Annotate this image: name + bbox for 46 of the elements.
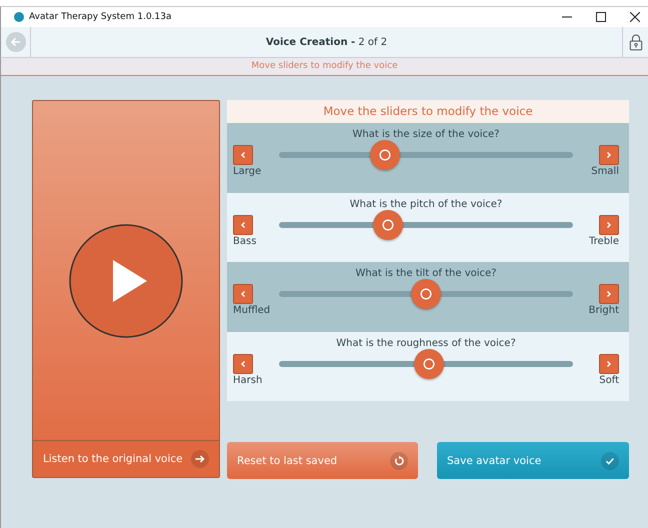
decrease-button[interactable] (233, 214, 253, 234)
chevron-left-icon (239, 360, 247, 368)
check-icon (601, 452, 619, 470)
increase-button[interactable] (599, 145, 619, 165)
increase-button[interactable] (599, 354, 619, 374)
slider-question: What is the tilt of the voice? (354, 268, 498, 279)
decrease-button[interactable] (233, 145, 253, 165)
close-icon[interactable] (630, 12, 640, 22)
lock-icon[interactable] (628, 33, 642, 51)
chevron-right-icon (605, 360, 613, 368)
increase-button[interactable] (599, 214, 619, 234)
slider-thumb[interactable] (372, 210, 403, 240)
chevron-left-icon (239, 290, 247, 298)
slider-min-label: Harsh (233, 374, 262, 386)
slider-max-label: Small (591, 166, 619, 177)
slider-question: What is the pitch of the voice? (348, 198, 504, 210)
slider-min-label: Muffled (233, 305, 270, 316)
slider-min-label: Large (233, 166, 262, 177)
chevron-right-icon (605, 290, 613, 298)
maximize-icon[interactable] (596, 12, 606, 22)
slider-max-label: Treble (589, 236, 619, 246)
window-title: Avatar Therapy System 1.0.13a (29, 12, 172, 22)
app-icon (14, 12, 24, 22)
slider-min-label: Bass (233, 236, 256, 246)
page-title: Voice Creation - 2 of 2 (264, 36, 388, 48)
instruction-text: Move sliders to modify the voice (251, 61, 398, 71)
chevron-right-icon (605, 220, 613, 228)
slider-question: What is the size of the voice? (352, 129, 500, 140)
panel-title: Move the sliders to modify the voice (323, 104, 533, 118)
chevron-right-icon (605, 151, 613, 159)
reset-button[interactable]: Reset to last saved (227, 442, 418, 479)
listen-button[interactable]: Listen to the original voice (33, 440, 219, 477)
slider-thumb[interactable] (414, 348, 444, 378)
slider-thumb[interactable] (370, 140, 400, 170)
play-button[interactable] (68, 222, 184, 338)
reset-icon (390, 452, 408, 470)
slider-question: What is the roughness of the voice? (335, 338, 517, 348)
decrease-button[interactable] (233, 284, 253, 304)
slider-max-label: Bright (588, 305, 619, 316)
chevron-left-icon (239, 151, 247, 159)
decrease-button[interactable] (233, 354, 253, 374)
chevron-left-icon (239, 220, 247, 228)
slider-max-label: Soft (599, 374, 619, 386)
increase-button[interactable] (599, 284, 619, 304)
slider-thumb[interactable] (411, 279, 441, 309)
save-button[interactable]: Save avatar voice (437, 442, 629, 479)
